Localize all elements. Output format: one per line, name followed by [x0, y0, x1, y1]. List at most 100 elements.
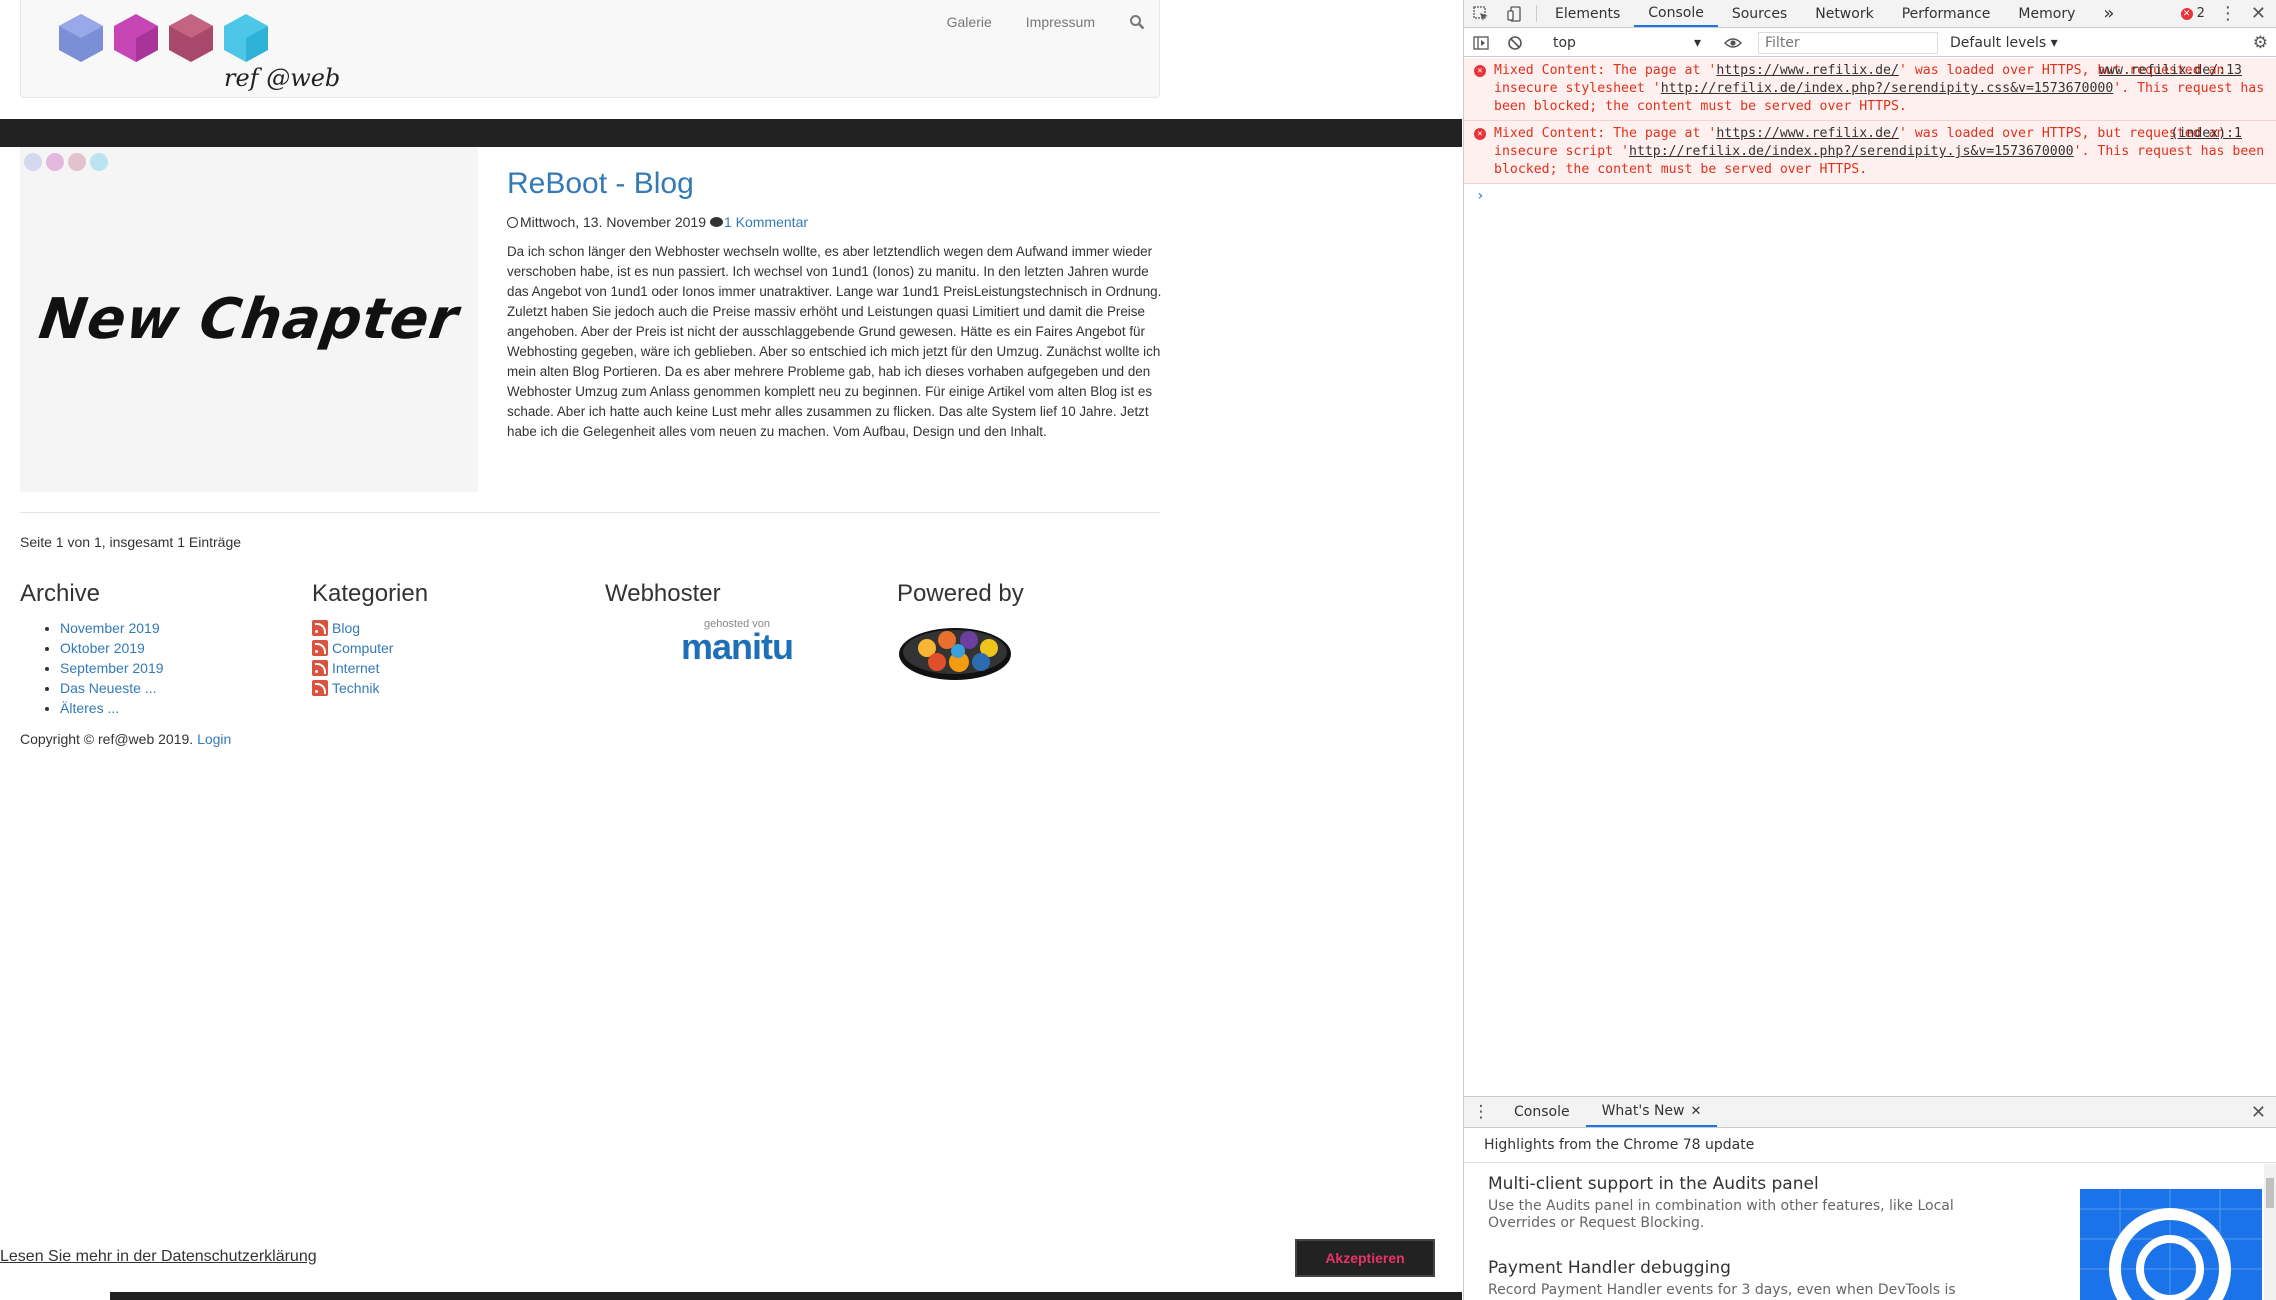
whats-new-item-desc: Record Payment Handler events for 3 days…: [1488, 1282, 1956, 1300]
rss-icon[interactable]: [312, 620, 328, 636]
rss-icon[interactable]: [312, 680, 328, 696]
post-comments-link[interactable]: 1 Kommentar: [724, 214, 808, 230]
devtools-tabbar: Elements Console Sources Network Perform…: [1464, 0, 2276, 28]
whats-new-header: Highlights from the Chrome 78 update: [1464, 1129, 2276, 1163]
tab-console[interactable]: Console: [1634, 0, 1718, 27]
whats-new-item-desc: Use the Audits panel in combination with…: [1488, 1198, 1954, 1231]
archive-link[interactable]: September 2019: [60, 660, 164, 676]
category-link[interactable]: Internet: [332, 658, 379, 678]
gear-icon[interactable]: ⚙: [2253, 33, 2268, 53]
post-title-link[interactable]: ReBoot - Blog: [507, 167, 694, 201]
archive-link[interactable]: Das Neueste ...: [60, 680, 157, 696]
whats-new-item-title: Payment Handler debugging: [1488, 1258, 1731, 1278]
resource-url-link[interactable]: http://refilix.de/index.php?/serendipity…: [1661, 81, 2114, 96]
main-nav: Galerie Impressum: [947, 14, 1145, 30]
cookie-accept-button[interactable]: Akzeptieren: [1295, 1239, 1435, 1277]
header-dark-bar: [0, 119, 1462, 147]
privacy-policy-link[interactable]: Lesen Sie mehr in der Datenschutzerkläru…: [0, 1248, 317, 1266]
archive-link[interactable]: Oktober 2019: [60, 640, 145, 656]
powered-title: Powered by: [897, 580, 1024, 607]
drawer-menu-icon[interactable]: ⋮: [1464, 1097, 1498, 1127]
copyright-text: Copyright © ref@web 2019.: [20, 731, 194, 747]
post-meta: Mittwoch, 13. November 2019 1 Kommentar: [507, 214, 808, 230]
page-url-link[interactable]: https://www.refilix.de/: [1716, 126, 1899, 141]
live-expression-eye-icon[interactable]: [1716, 37, 1750, 49]
website-viewport: ref @web Galerie Impressum New Chapter R…: [0, 0, 1462, 1300]
nav-gallery-link[interactable]: Galerie: [947, 14, 992, 30]
console-messages: ✕ www.refilix.de/:13 Mixed Content: The …: [1464, 58, 2276, 208]
post-featured-image[interactable]: New Chapter: [20, 147, 478, 492]
error-count: 2: [2196, 6, 2205, 21]
manitu-badge[interactable]: gehosted von manitu: [667, 618, 807, 667]
clock-icon: [507, 216, 518, 228]
tab-sources[interactable]: Sources: [1718, 0, 1801, 27]
whats-new-scrollbar[interactable]: [2264, 1164, 2276, 1300]
whats-new-content: Multi-client support in the Audits panel…: [1464, 1164, 2276, 1300]
console-filter-input[interactable]: [1758, 31, 1938, 54]
kebab-menu-icon[interactable]: ⋮: [2219, 3, 2237, 24]
error-icon: ✕: [1474, 65, 1486, 77]
drawer-tabbar: ⋮ Console What's New ✕ ✕: [1464, 1096, 2276, 1128]
archive-title: Archive: [20, 580, 101, 607]
sidebar-toggle-icon[interactable]: [1464, 35, 1498, 51]
device-toolbar-icon[interactable]: [1498, 0, 1532, 27]
whats-new-item-title: Multi-client support in the Audits panel: [1488, 1174, 1819, 1194]
archive-link[interactable]: Älteres ...: [60, 700, 119, 716]
log-levels-dropdown[interactable]: Default levels ▾: [1950, 35, 2058, 51]
chevron-down-icon: ▾: [1693, 34, 1701, 51]
whats-new-item[interactable]: Payment Handler debugging Record Payment…: [1488, 1258, 2008, 1300]
error-icon: ✕: [1474, 128, 1486, 140]
categories-title: Kategorien: [312, 580, 429, 607]
category-link[interactable]: Computer: [332, 638, 393, 658]
login-link[interactable]: Login: [197, 731, 231, 747]
close-devtools-icon[interactable]: ✕: [2251, 3, 2266, 24]
resource-url-link[interactable]: http://refilix.de/index.php?/serendipity…: [1629, 144, 2074, 159]
content-divider: [20, 512, 1160, 513]
pagination-info: Seite 1 von 1, insgesamt 1 Einträge: [20, 534, 242, 550]
whats-new-item[interactable]: Multi-client support in the Audits panel…: [1488, 1174, 2008, 1232]
more-tabs-icon[interactable]: »: [2089, 0, 2128, 27]
svg-text:ref @web: ref @web: [224, 64, 340, 92]
tab-elements[interactable]: Elements: [1541, 0, 1634, 27]
devtools-panel: Elements Console Sources Network Perform…: [1463, 0, 2276, 1300]
message-source-link[interactable]: (index):1: [2171, 125, 2242, 143]
rss-icon[interactable]: [312, 640, 328, 656]
context-value: top: [1553, 34, 1576, 51]
drawer-tab-console[interactable]: Console: [1498, 1097, 1586, 1127]
serendipity-logo-icon[interactable]: [897, 622, 1017, 682]
inspect-element-icon[interactable]: [1464, 0, 1498, 27]
category-link[interactable]: Technik: [332, 678, 379, 698]
search-icon[interactable]: [1129, 14, 1145, 30]
copyright: Copyright © ref@web 2019. Login: [20, 731, 231, 747]
cookie-banner-strip: [110, 1292, 1462, 1300]
post-date: Mittwoch, 13. November 2019: [520, 214, 706, 230]
webhoster-widget: Webhoster gehosted von manitu: [605, 580, 885, 667]
rss-icon[interactable]: [312, 660, 328, 676]
error-counter[interactable]: ✕ 2: [2180, 6, 2205, 21]
post-body: Da ich schon länger den Webhoster wechse…: [507, 244, 1162, 439]
webhoster-title: Webhoster: [605, 580, 721, 607]
categories-widget: Kategorien Blog Computer Internet Techni…: [312, 580, 592, 698]
site-header: ref @web Galerie Impressum: [20, 0, 1160, 98]
console-prompt[interactable]: ›: [1464, 184, 2276, 208]
tab-network[interactable]: Network: [1801, 0, 1887, 27]
tab-memory[interactable]: Memory: [2004, 0, 2089, 27]
drawer-tab-whats-new[interactable]: What's New ✕: [1585, 1097, 1718, 1127]
badge-brand: manitu: [680, 626, 794, 667]
close-tab-icon[interactable]: ✕: [1691, 1104, 1702, 1119]
featured-image-text: New Chapter: [35, 287, 463, 352]
site-logo[interactable]: ref @web: [56, 12, 346, 94]
whats-new-thumbnail: [2080, 1189, 2262, 1300]
category-link[interactable]: Blog: [332, 618, 360, 638]
archive-link[interactable]: November 2019: [60, 620, 160, 636]
comment-icon: [709, 217, 723, 227]
archive-widget: Archive November 2019 Oktober 2019 Septe…: [20, 580, 300, 718]
message-source-link[interactable]: www.refilix.de/:13: [2099, 62, 2242, 80]
page-url-link[interactable]: https://www.refilix.de/: [1716, 63, 1899, 78]
tab-performance[interactable]: Performance: [1888, 0, 2005, 27]
clear-console-icon[interactable]: [1498, 35, 1532, 51]
close-drawer-icon[interactable]: ✕: [2251, 1097, 2266, 1127]
nav-imprint-link[interactable]: Impressum: [1026, 14, 1095, 30]
context-selector[interactable]: top ▾: [1547, 35, 1707, 51]
console-error-message: ✕ www.refilix.de/:13 Mixed Content: The …: [1464, 58, 2276, 121]
